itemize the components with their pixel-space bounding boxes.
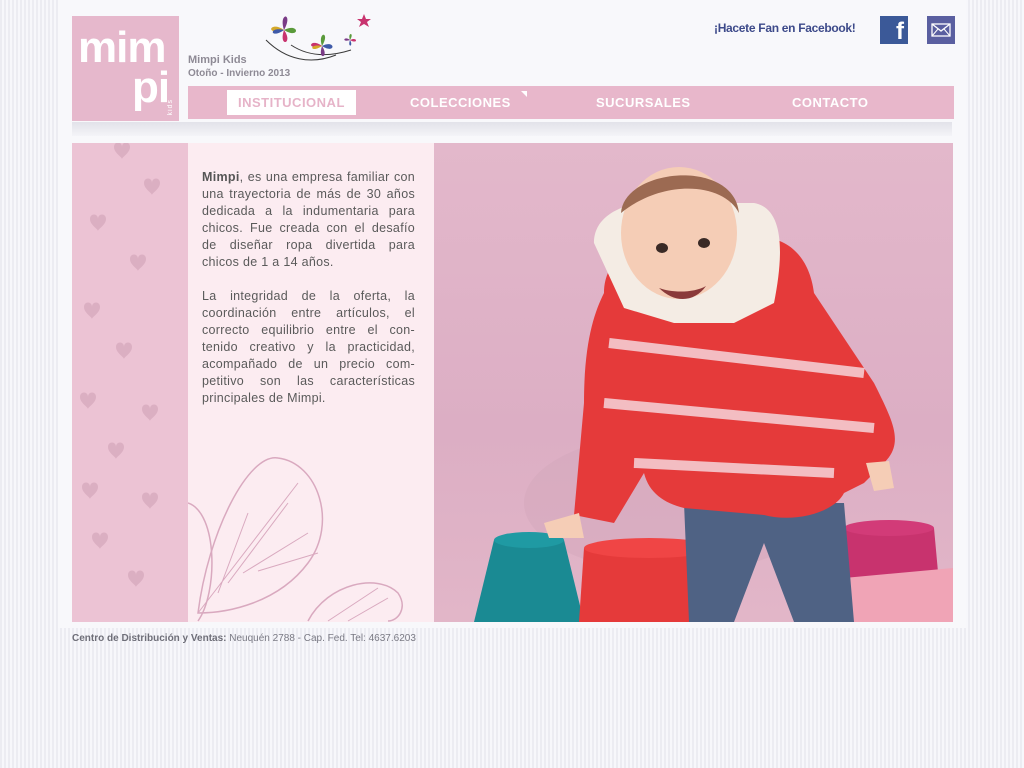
logo-text-kids: kids bbox=[167, 98, 174, 115]
about-paragraph-1: Mimpi, es una empresa familiar con una t… bbox=[202, 169, 415, 271]
brand-highlight: Mimpi bbox=[202, 170, 240, 184]
footer-address: Neuquén 2788 - Cap. Fed. Tel: 4637.6203 bbox=[226, 633, 416, 644]
footer-label: Centro de Distribución y Ventas: bbox=[72, 633, 227, 644]
footer-contact: Centro de Distribución y Ventas: Neuquén… bbox=[72, 633, 416, 644]
nav-sucursales[interactable]: SUCURSALES bbox=[596, 86, 691, 119]
about-text-panel: Mimpi, es una empresa familiar con una t… bbox=[188, 143, 434, 622]
content-area: Mimpi, es una empresa familiar con una t… bbox=[72, 143, 953, 622]
nav-colecciones[interactable]: COLECCIONES bbox=[410, 86, 511, 119]
baby-photo-illustration bbox=[474, 167, 953, 622]
mimpi-logo[interactable]: mim pi kids bbox=[72, 16, 179, 121]
mail-icon[interactable] bbox=[927, 16, 955, 44]
hero-photo bbox=[434, 143, 953, 622]
brand-block: Mimpi Kids Otoño - Invierno 2013 bbox=[188, 53, 290, 80]
facebook-icon[interactable]: f bbox=[880, 16, 908, 44]
page-container: mim pi kids Mimpi Kids Otoño - Invierno … bbox=[58, 0, 966, 628]
brand-season: Otoño - Invierno 2013 bbox=[188, 68, 291, 79]
dropdown-corner-icon bbox=[521, 91, 527, 97]
main-nav: INSTITUCIONAL COLECCIONES SUCURSALES CON… bbox=[188, 86, 954, 119]
about-paragraph-1-text: , es una empresa familiar con una trayec… bbox=[202, 170, 415, 269]
about-paragraph-2: La integridad de la oferta, la coordinac… bbox=[202, 289, 415, 405]
nav-contacto[interactable]: CONTACTO bbox=[792, 86, 868, 119]
brand-name: Mimpi Kids bbox=[188, 54, 247, 66]
leaf-decoration bbox=[188, 457, 403, 622]
about-text: Mimpi, es una empresa familiar con una t… bbox=[202, 169, 415, 424]
nav-institucional[interactable]: INSTITUCIONAL bbox=[227, 90, 356, 115]
envelope-icon bbox=[931, 23, 951, 37]
logo-text-bottom: pi bbox=[132, 63, 170, 112]
facebook-fan-link[interactable]: ¡Hacete Fan en Facebook! bbox=[714, 21, 856, 35]
header-divider bbox=[72, 122, 952, 136]
